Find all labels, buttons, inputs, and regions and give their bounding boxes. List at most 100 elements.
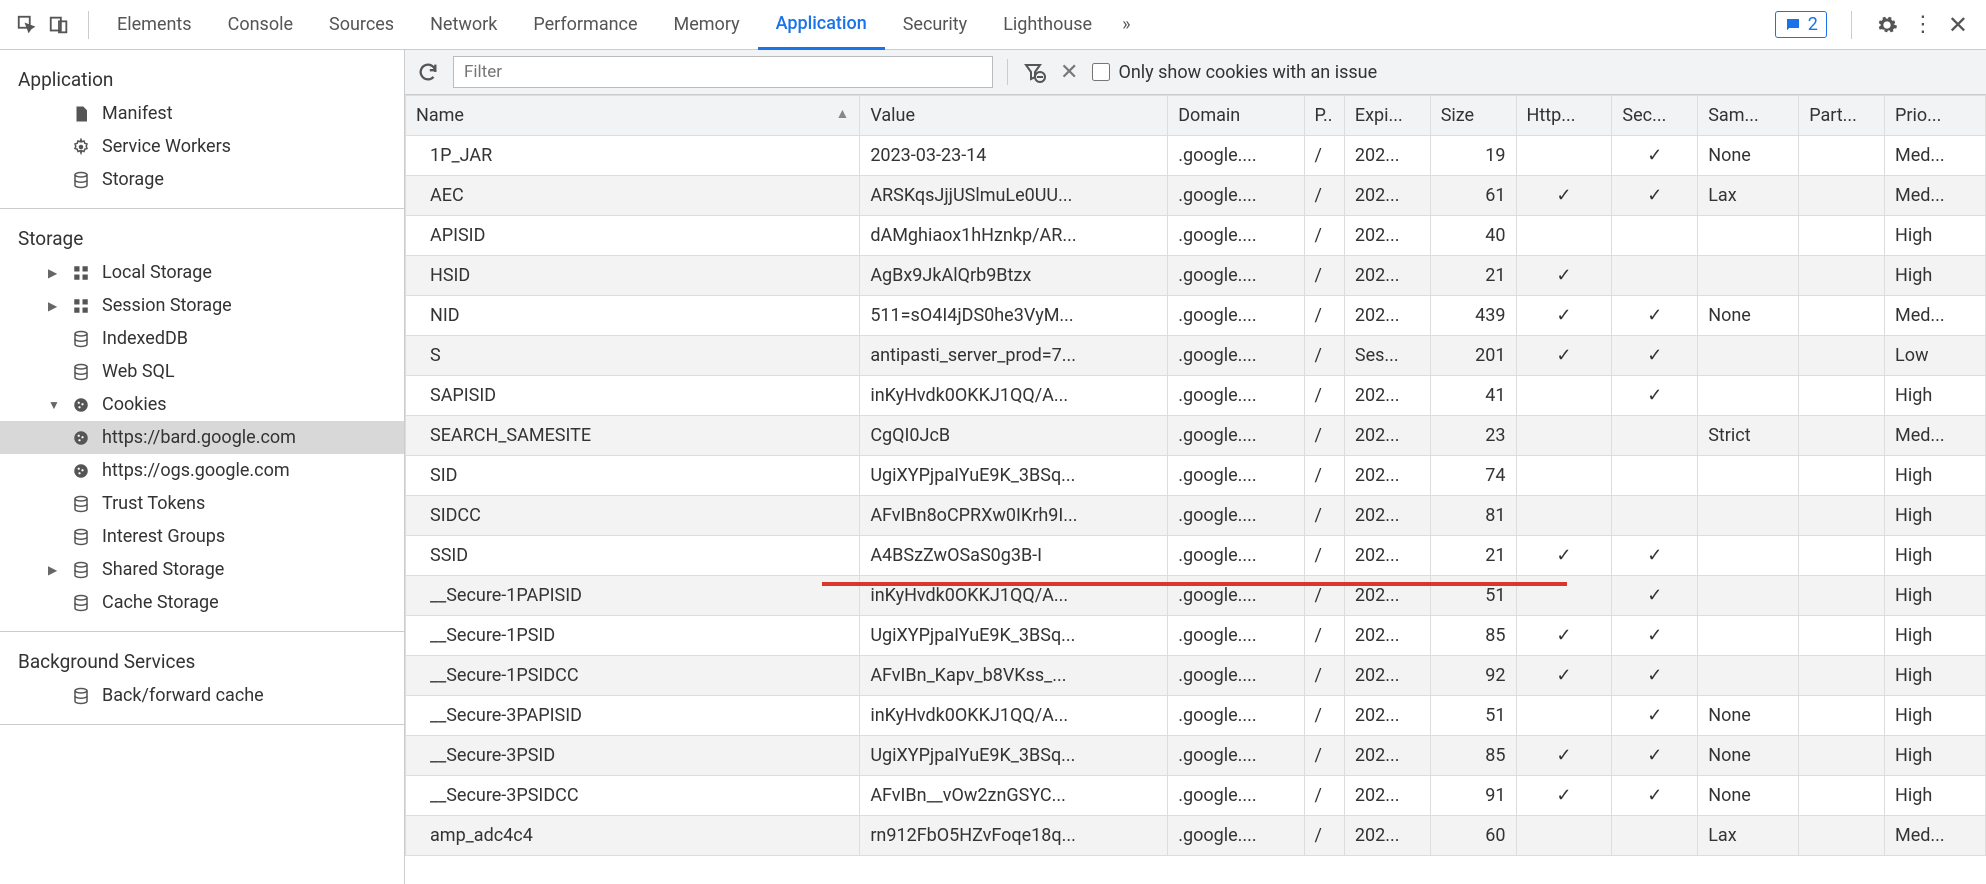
cookies-toolbar: ✕ Only show cookies with an issue [405, 50, 1986, 95]
tab-memory[interactable]: Memory [656, 0, 758, 50]
cell-path: / [1304, 656, 1344, 696]
kebab-menu-icon[interactable]: ⋮ [1912, 12, 1934, 37]
more-tabs-icon[interactable]: » [1110, 14, 1142, 35]
close-icon[interactable]: ✕ [1948, 11, 1968, 39]
column-expi[interactable]: Expi... [1344, 96, 1430, 136]
sidebar-item-label: Cookies [102, 394, 167, 415]
sidebar-item-local-storage[interactable]: ▶Local Storage [0, 256, 404, 289]
column-value[interactable]: Value [860, 96, 1168, 136]
tab-performance[interactable]: Performance [515, 0, 655, 50]
cell-name: AEC [406, 176, 860, 216]
sidebar-item-service-workers[interactable]: Service Workers [0, 130, 404, 163]
issues-badge[interactable]: 2 [1775, 11, 1827, 38]
table-row[interactable]: SSIDA4BSzZwOSaS0g3B-I.google..../202...2… [406, 536, 1986, 576]
cell-name: SAPISID [406, 376, 860, 416]
sort-asc-icon: ▲ [835, 105, 849, 122]
cell-value: inKyHvdk0OKKJ1QQ/A... [860, 376, 1168, 416]
tab-application[interactable]: Application [758, 0, 885, 50]
table-row[interactable]: AECARSKqsJjjUSlmuLe0UU....google..../202… [406, 176, 1986, 216]
cell-value: AgBx9JkAlQrb9Btzx [860, 256, 1168, 296]
highlight-annotation [822, 582, 1567, 586]
cell-name: SSID [406, 536, 860, 576]
cell-part [1799, 456, 1885, 496]
issues-only-checkbox[interactable] [1092, 63, 1110, 81]
cell-size: 74 [1430, 456, 1516, 496]
column-name[interactable]: Name▲ [406, 96, 860, 136]
gear-icon[interactable] [1876, 14, 1898, 36]
table-row[interactable]: SAPISIDinKyHvdk0OKKJ1QQ/A....google..../… [406, 376, 1986, 416]
sidebar-item-label: Interest Groups [102, 526, 225, 547]
sidebar-item-web-sql[interactable]: Web SQL [0, 355, 404, 388]
cell-part [1799, 256, 1885, 296]
tab-sources[interactable]: Sources [311, 0, 412, 50]
sidebar-item-storage[interactable]: Storage [0, 163, 404, 196]
table-row[interactable]: SIDUgiXYPjpaIYuE9K_3BSq....google..../20… [406, 456, 1986, 496]
sidebar-item-cookies[interactable]: ▼Cookies [0, 388, 404, 421]
cell-http [1516, 816, 1612, 856]
table-row[interactable]: 1P_JAR2023-03-23-14.google..../202...19✓… [406, 136, 1986, 176]
column-sec[interactable]: Sec... [1612, 96, 1698, 136]
table-row[interactable]: amp_adc4c4rn912FbO5HZvFoqe18q....google.… [406, 816, 1986, 856]
column-sam[interactable]: Sam... [1698, 96, 1799, 136]
cell-exp: 202... [1344, 776, 1430, 816]
cell-http [1516, 136, 1612, 176]
cell-prio: High [1885, 776, 1986, 816]
table-row[interactable]: APISIDdAMghiaox1hHznkp/AR....google..../… [406, 216, 1986, 256]
cell-sec: ✓ [1612, 376, 1698, 416]
table-row[interactable]: HSIDAgBx9JkAlQrb9Btzx.google..../202...2… [406, 256, 1986, 296]
tab-console[interactable]: Console [210, 0, 311, 50]
cell-domain: .google.... [1168, 216, 1304, 256]
cookie-origin-item[interactable]: https://bard.google.com [0, 421, 404, 454]
table-row[interactable]: __Secure-1PSIDUgiXYPjpaIYuE9K_3BSq....go… [406, 616, 1986, 656]
db-icon [70, 528, 92, 546]
table-row[interactable]: __Secure-3PAPISIDinKyHvdk0OKKJ1QQ/A....g… [406, 696, 1986, 736]
filter-input[interactable] [453, 56, 993, 88]
cell-same: Strict [1698, 416, 1799, 456]
table-row[interactable]: __Secure-3PSIDCCAFvIBn__vOw2znGSYC....go… [406, 776, 1986, 816]
cell-path: / [1304, 736, 1344, 776]
sidebar-item-back-forward-cache[interactable]: Back/forward cache [0, 679, 404, 712]
section-application: Application [0, 62, 404, 97]
inspect-icon[interactable] [16, 14, 38, 36]
divider [1851, 11, 1852, 39]
sidebar-item-trust-tokens[interactable]: Trust Tokens [0, 487, 404, 520]
sidebar-item-shared-storage[interactable]: ▶Shared Storage [0, 553, 404, 586]
sidebar-item-indexeddb[interactable]: IndexedDB [0, 322, 404, 355]
table-row[interactable]: __Secure-3PSIDUgiXYPjpaIYuE9K_3BSq....go… [406, 736, 1986, 776]
cell-part [1799, 696, 1885, 736]
device-toggle-icon[interactable] [48, 14, 70, 36]
cell-exp: 202... [1344, 136, 1430, 176]
table-row[interactable]: __Secure-1PSIDCCAFvIBn_Kapv_b8VKss_....g… [406, 656, 1986, 696]
refresh-icon[interactable] [417, 61, 439, 83]
column-prio[interactable]: Prio... [1885, 96, 1986, 136]
table-row[interactable]: SIDCCAFvIBn8oCPRXw0IKrh9I....google..../… [406, 496, 1986, 536]
cell-value: UgiXYPjpaIYuE9K_3BSq... [860, 736, 1168, 776]
table-row[interactable]: NID511=sO4I4jDS0he3VyM....google..../202… [406, 296, 1986, 336]
sidebar-item-interest-groups[interactable]: Interest Groups [0, 520, 404, 553]
clear-icon[interactable]: ✕ [1060, 60, 1078, 85]
column-p[interactable]: P.. [1304, 96, 1344, 136]
sidebar-item-cache-storage[interactable]: Cache Storage [0, 586, 404, 619]
column-size[interactable]: Size [1430, 96, 1516, 136]
sidebar-item-manifest[interactable]: Manifest [0, 97, 404, 130]
tab-lighthouse[interactable]: Lighthouse [985, 0, 1110, 50]
tab-security[interactable]: Security [885, 0, 985, 50]
cell-domain: .google.... [1168, 656, 1304, 696]
table-row[interactable]: Santipasti_server_prod=7....google..../S… [406, 336, 1986, 376]
cell-exp: 202... [1344, 176, 1430, 216]
cell-path: / [1304, 416, 1344, 456]
cell-domain: .google.... [1168, 376, 1304, 416]
sidebar-item-session-storage[interactable]: ▶Session Storage [0, 289, 404, 322]
clear-filter-icon[interactable] [1022, 60, 1046, 84]
cell-exp: 202... [1344, 416, 1430, 456]
cell-same: None [1698, 136, 1799, 176]
cell-part [1799, 336, 1885, 376]
cookie-origin-item[interactable]: https://ogs.google.com [0, 454, 404, 487]
column-domain[interactable]: Domain [1168, 96, 1304, 136]
tab-elements[interactable]: Elements [99, 0, 210, 50]
tab-network[interactable]: Network [412, 0, 515, 50]
column-http[interactable]: Http... [1516, 96, 1612, 136]
table-row[interactable]: SEARCH_SAMESITECgQI0JcB.google..../202..… [406, 416, 1986, 456]
column-part[interactable]: Part... [1799, 96, 1885, 136]
cell-path: / [1304, 496, 1344, 536]
